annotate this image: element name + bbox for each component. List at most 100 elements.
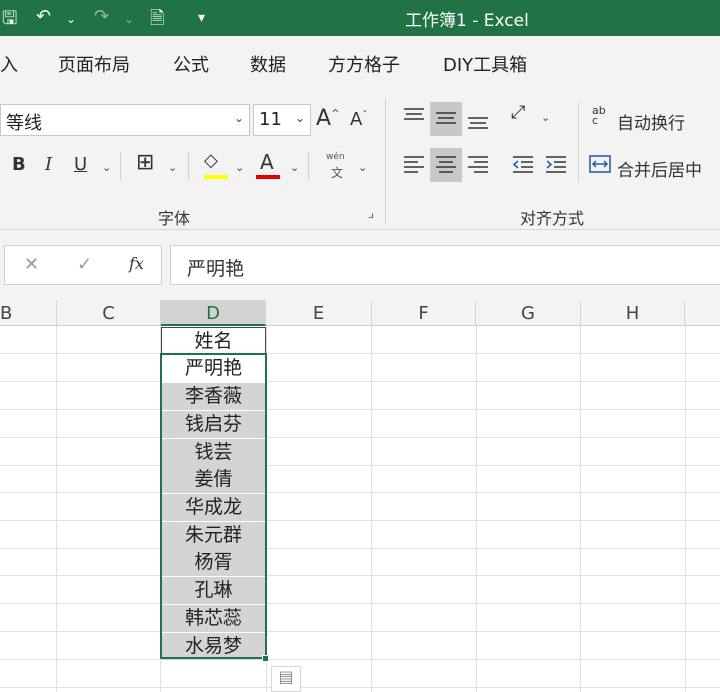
- align-middle-icon[interactable]: [430, 102, 462, 136]
- cell-d8[interactable]: 朱元群: [161, 522, 266, 549]
- redo-dropdown-icon[interactable]: ⌄: [124, 12, 134, 26]
- wrap-text-button[interactable]: 自动换行: [617, 109, 685, 134]
- font-name-value: 等线: [6, 113, 42, 134]
- shrink-font-button[interactable]: Aˇ: [350, 109, 367, 130]
- column-header-b[interactable]: B: [0, 300, 57, 326]
- fill-handle[interactable]: [262, 655, 269, 662]
- gridline: [0, 631, 720, 632]
- gridline: [0, 575, 720, 576]
- column-header-c[interactable]: C: [57, 300, 161, 326]
- print-preview-icon[interactable]: 🗎: [150, 6, 164, 36]
- window-title: 工作簿1 - Excel: [405, 11, 529, 31]
- font-name-combo[interactable]: 等线 ⌄: [0, 104, 250, 136]
- ribbon: 等线 ⌄ 11 ⌄ A^ Aˇ B I U ⌄ ⊞ ⌄ ◇ ⌄ A ⌄ wén …: [0, 92, 720, 230]
- align-center-icon[interactable]: [430, 148, 462, 182]
- undo-icon[interactable]: ↶: [36, 6, 51, 27]
- grow-font-button[interactable]: A^: [316, 106, 339, 131]
- cell-d1-header[interactable]: 姓名: [161, 327, 266, 354]
- worksheet-grid[interactable]: B C D E F G H 姓名 严明艳 李香薇 钱启芬 钱芸 姜倩 华成龙 朱…: [0, 300, 720, 692]
- merge-center-icon[interactable]: [588, 152, 612, 181]
- group-separator: [385, 98, 386, 224]
- tab-fangfange[interactable]: 方方格子: [328, 51, 400, 77]
- divider: [188, 152, 189, 180]
- formula-content: 严明艳: [187, 258, 245, 280]
- borders-icon[interactable]: ⊞: [136, 150, 154, 175]
- formula-bar: ✕ ✓ fx 严明艳: [0, 230, 720, 300]
- column-header-d[interactable]: D: [161, 300, 266, 326]
- chevron-down-icon[interactable]: ⌄: [541, 111, 550, 124]
- grow-font-label: A: [316, 106, 332, 131]
- chevron-down-icon[interactable]: ⌄: [235, 161, 244, 174]
- wrap-text-icon: ab c: [592, 104, 606, 127]
- cell-d10[interactable]: 孔琳: [161, 577, 266, 604]
- column-header-e[interactable]: E: [266, 300, 372, 326]
- align-left-icon[interactable]: [402, 152, 426, 181]
- tab-formulas[interactable]: 公式: [173, 51, 209, 77]
- shrink-font-label: A: [350, 109, 363, 130]
- gridline: [0, 548, 720, 549]
- column-header-h[interactable]: H: [581, 300, 685, 326]
- tab-diy-toolbox[interactable]: DIY工具箱: [443, 51, 527, 77]
- tab-insert[interactable]: 入: [0, 51, 18, 77]
- redo-icon[interactable]: ↷: [94, 6, 109, 27]
- formula-buttons-box: ✕ ✓ fx: [4, 245, 162, 285]
- align-top-icon[interactable]: [402, 104, 428, 132]
- formula-input[interactable]: 严明艳: [170, 245, 720, 285]
- align-right-icon[interactable]: [466, 152, 490, 181]
- cell-d6[interactable]: 姜倩: [161, 466, 266, 493]
- cell-d2-active[interactable]: 严明艳: [161, 355, 266, 382]
- column-header-g[interactable]: G: [476, 300, 581, 326]
- gridline: [0, 437, 720, 438]
- increase-indent-icon[interactable]: [544, 152, 568, 181]
- phonetic-top: wén: [326, 152, 345, 162]
- chevron-down-icon[interactable]: ⌄: [102, 161, 111, 174]
- underline-button[interactable]: U: [74, 154, 87, 175]
- align-bottom-icon[interactable]: [466, 104, 492, 132]
- divider: [578, 102, 579, 182]
- undo-dropdown-icon[interactable]: ⌄: [66, 12, 76, 26]
- insert-function-icon[interactable]: fx: [129, 254, 144, 273]
- cell-d11[interactable]: 韩芯蕊: [161, 605, 266, 632]
- phonetic-bottom: 文: [331, 166, 344, 180]
- cancel-icon[interactable]: ✕: [24, 254, 39, 275]
- cell-d12[interactable]: 水易梦: [161, 633, 266, 660]
- customize-toolbar-icon[interactable]: ▾: [198, 10, 205, 26]
- enter-icon[interactable]: ✓: [77, 254, 92, 275]
- decrease-indent-icon[interactable]: [511, 152, 535, 181]
- quick-analysis-icon[interactable]: ▤: [271, 666, 301, 692]
- orientation-icon[interactable]: ⤢: [511, 102, 525, 123]
- cell-d9[interactable]: 杨胥: [161, 549, 266, 576]
- italic-button[interactable]: I: [45, 154, 52, 175]
- gridline: [0, 409, 720, 410]
- chevron-down-icon[interactable]: ⌄: [295, 111, 305, 125]
- gridline: [0, 659, 720, 660]
- cell-d5[interactable]: 钱芸: [161, 439, 266, 466]
- gridline: [0, 381, 720, 382]
- column-header-f[interactable]: F: [372, 300, 476, 326]
- font-size-combo[interactable]: 11 ⌄: [253, 104, 311, 136]
- chevron-down-icon[interactable]: ⌄: [290, 161, 299, 174]
- title-bar: 🖫 ↶ ⌄ ↷ ⌄ 🗎 ▾ 工作簿1 - Excel: [0, 0, 720, 36]
- gridline: [0, 492, 720, 493]
- font-dialog-launcher-icon[interactable]: ⌟: [368, 206, 374, 221]
- chevron-down-icon[interactable]: ⌄: [358, 161, 367, 174]
- fill-color-icon[interactable]: ◇: [204, 150, 218, 171]
- bold-button[interactable]: B: [12, 154, 26, 175]
- divider: [308, 152, 309, 180]
- tab-data[interactable]: 数据: [250, 51, 286, 77]
- gridline: [0, 603, 720, 604]
- cell-d3[interactable]: 李香薇: [161, 383, 266, 410]
- alignment-group-label: 对齐方式: [520, 209, 585, 228]
- column-header-next[interactable]: [685, 300, 720, 326]
- ribbon-tabs: 入 页面布局 公式 数据 方方格子 DIY工具箱: [0, 36, 720, 92]
- save-icon[interactable]: 🖫: [2, 6, 17, 36]
- cell-d7[interactable]: 华成龙: [161, 494, 266, 521]
- chevron-down-icon[interactable]: ⌄: [168, 161, 177, 174]
- cell-d4[interactable]: 钱启芬: [161, 411, 266, 438]
- tab-page-layout[interactable]: 页面布局: [58, 51, 130, 77]
- font-size-value: 11: [259, 109, 282, 130]
- font-color-button[interactable]: A: [260, 150, 274, 174]
- font-group-label: 字体: [158, 209, 191, 228]
- merge-center-button[interactable]: 合并后居中: [617, 156, 702, 181]
- chevron-down-icon[interactable]: ⌄: [234, 111, 244, 125]
